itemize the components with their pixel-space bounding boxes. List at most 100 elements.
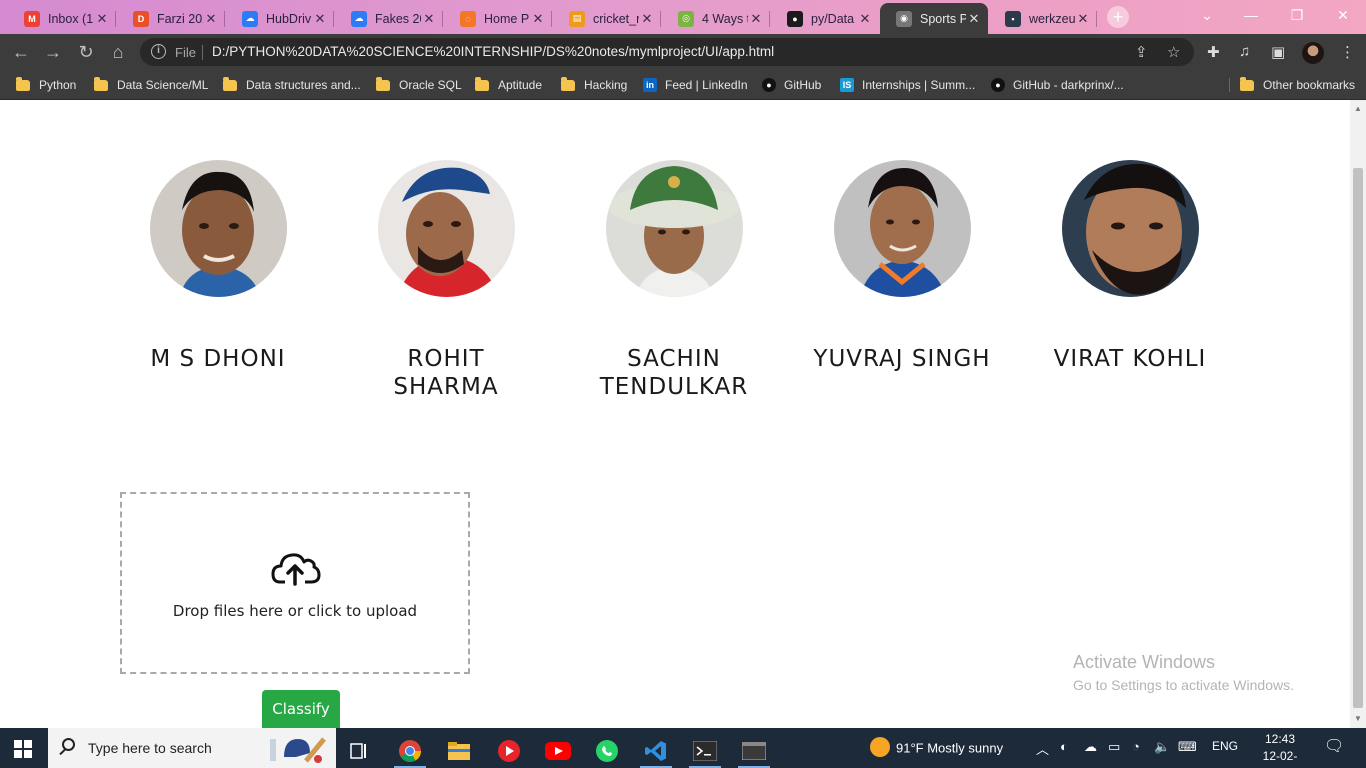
chrome-taskbar-icon[interactable] xyxy=(390,734,430,768)
jupyter-icon: ◌ xyxy=(460,10,476,27)
player-card-virat: VIRAT KOHLI xyxy=(1040,160,1220,373)
close-tab-icon[interactable]: ✕ xyxy=(203,11,219,27)
tab-8[interactable]: ● py/Data ✕ xyxy=(771,3,879,34)
tab-5[interactable]: ◌ Home P ✕ xyxy=(444,3,552,34)
bookmark-star-icon[interactable]: ☆ xyxy=(1167,43,1180,61)
forward-button[interactable]: → xyxy=(42,41,64,63)
address-divider xyxy=(202,45,203,60)
bookmark-item[interactable]: Hacking xyxy=(561,76,627,94)
new-tab-button[interactable]: + xyxy=(1107,6,1129,28)
onedrive-icon[interactable]: ☁ xyxy=(1084,739,1097,755)
weather-widget[interactable]: 91°F Mostly sunny xyxy=(870,737,1003,759)
task-view-icon[interactable] xyxy=(340,734,380,768)
tab-10[interactable]: ▪ werkzeu ✕ xyxy=(989,3,1097,34)
menu-kebab-icon[interactable]: ⋮ xyxy=(1340,43,1355,61)
player-photo xyxy=(149,160,287,297)
close-tab-icon[interactable]: ✕ xyxy=(312,11,328,27)
close-tab-icon[interactable]: ✕ xyxy=(857,11,873,27)
tab-title: HubDriv xyxy=(266,11,312,26)
classify-button[interactable]: Classify xyxy=(262,690,340,728)
close-tab-icon[interactable]: ✕ xyxy=(421,11,437,27)
taskbar-search-box[interactable]: Type here to search xyxy=(48,728,336,768)
player-card-dhoni: M S DHONI xyxy=(128,160,308,373)
tab-4[interactable]: ☁ Fakes 20✕ xyxy=(335,3,443,34)
clock-time: 12:43 xyxy=(1264,732,1296,746)
info-icon[interactable]: i xyxy=(151,44,166,59)
scrollbar-thumb[interactable] xyxy=(1353,168,1363,708)
player-photo xyxy=(1061,160,1199,297)
player-name: SACHIN TENDULKAR xyxy=(599,346,749,400)
console-window-icon[interactable] xyxy=(734,734,774,768)
other-bookmarks[interactable]: Other bookmarks xyxy=(1240,76,1355,94)
media-player-icon[interactable] xyxy=(489,734,529,768)
home-button[interactable]: ⌂ xyxy=(107,41,129,63)
bookmark-item[interactable]: Aptitude xyxy=(475,76,542,94)
tab-6[interactable]: ▤ cricket_r ✕ xyxy=(553,3,661,34)
media-control-icon[interactable]: ♫ xyxy=(1239,43,1250,60)
bookmark-label: GitHub xyxy=(784,78,822,92)
back-button[interactable]: ← xyxy=(10,41,32,63)
site-icon: ◎ xyxy=(678,10,694,27)
close-tab-icon[interactable]: ✕ xyxy=(1075,11,1091,27)
url-text[interactable]: D:/PYTHON%20DATA%20SCIENCE%20INTERNSHIP/… xyxy=(212,44,774,59)
whatsapp-icon[interactable] xyxy=(587,734,627,768)
tab-search-icon[interactable]: ⌄ xyxy=(1184,0,1230,30)
scroll-up-arrow[interactable]: ▲ xyxy=(1354,104,1362,113)
notifications-icon[interactable]: 🗨 xyxy=(1324,736,1344,756)
profile-avatar[interactable] xyxy=(1302,42,1324,64)
side-panel-icon[interactable]: ▣ xyxy=(1271,43,1285,61)
youtube-icon[interactable] xyxy=(538,734,578,768)
tab-title: Home P xyxy=(484,11,530,26)
close-tab-icon[interactable]: ✕ xyxy=(94,11,110,27)
tab-title: werkzeu xyxy=(1029,11,1075,26)
keyboard-icon[interactable]: ⌨ xyxy=(1178,739,1197,755)
tab-7[interactable]: ◎ 4 Ways t ✕ xyxy=(662,3,770,34)
close-tab-icon[interactable]: ✕ xyxy=(639,11,655,27)
player-photo xyxy=(605,160,743,297)
bookmark-item[interactable]: in Feed | LinkedIn xyxy=(643,76,748,94)
file-explorer-icon[interactable] xyxy=(439,734,479,768)
bookmark-item[interactable]: Python xyxy=(16,76,76,94)
close-tab-icon[interactable]: ✕ xyxy=(966,11,982,27)
terminal-icon[interactable] xyxy=(685,734,725,768)
tab-9[interactable]: ◉ Sports P ✕ xyxy=(880,3,988,34)
bookmark-item[interactable]: ● GitHub - darkprinx/... xyxy=(991,76,1124,94)
tab-2[interactable]: D Farzi 202✕ xyxy=(117,3,225,34)
wifi-icon[interactable]: ◔ xyxy=(1132,739,1140,754)
player-name: VIRAT KOHLI xyxy=(1053,346,1207,372)
bookmark-item[interactable]: Data structures and... xyxy=(223,76,361,94)
tab-title: Farzi 202 xyxy=(157,11,203,26)
minimize-button[interactable]: — xyxy=(1228,0,1274,30)
vscode-icon[interactable] xyxy=(636,734,676,768)
share-icon[interactable]: ⇪ xyxy=(1135,43,1148,61)
tab-3[interactable]: ☁ HubDriv ✕ xyxy=(226,3,334,34)
tray-expand-icon[interactable]: ︿ xyxy=(1036,739,1049,758)
close-window-button[interactable]: ✕ xyxy=(1320,0,1366,30)
file-dropzone[interactable]: Drop files here or click to upload xyxy=(120,492,470,674)
tab-1[interactable]: M Inbox (1 ✕ xyxy=(8,3,116,34)
battery-icon[interactable]: ▭ xyxy=(1108,739,1120,755)
scroll-down-arrow[interactable]: ▼ xyxy=(1354,714,1362,723)
bookmark-item[interactable]: Data Science/ML xyxy=(94,76,208,94)
bookmark-item[interactable]: ● GitHub xyxy=(762,76,821,94)
bookmark-item[interactable]: IS Internships | Summ... xyxy=(840,76,975,94)
bookmark-label: GitHub - darkprinx/... xyxy=(1013,78,1124,92)
close-tab-icon[interactable]: ✕ xyxy=(530,11,546,27)
volume-icon[interactable]: 🔈 xyxy=(1154,739,1170,755)
language-indicator[interactable]: ENG xyxy=(1212,739,1238,753)
extensions-icon[interactable]: ✚ xyxy=(1207,43,1220,61)
notebook-icon: ▤ xyxy=(569,10,585,27)
tab-title: 4 Ways t xyxy=(702,11,748,26)
folder-icon xyxy=(1240,76,1254,91)
system-clock[interactable]: 12:43 12-02-2023 xyxy=(1257,731,1303,768)
reload-button[interactable]: ↻ xyxy=(75,41,97,63)
browser-toolbar: ← → ↻ ⌂ i File D:/PYTHON%20DATA%20SCIENC… xyxy=(0,34,1366,70)
windows-start-icon[interactable] xyxy=(14,740,32,758)
maximize-button[interactable]: ❐ xyxy=(1274,0,1320,30)
page-scrollbar[interactable]: ▲ ▼ xyxy=(1350,100,1366,728)
camera-icon[interactable]: ◐ xyxy=(1060,739,1068,754)
bookmark-label: Data structures and... xyxy=(246,78,361,92)
close-tab-icon[interactable]: ✕ xyxy=(748,11,764,27)
address-bar[interactable]: i File D:/PYTHON%20DATA%20SCIENCE%20INTE… xyxy=(140,38,1194,66)
bookmark-item[interactable]: Oracle SQL xyxy=(376,76,462,94)
